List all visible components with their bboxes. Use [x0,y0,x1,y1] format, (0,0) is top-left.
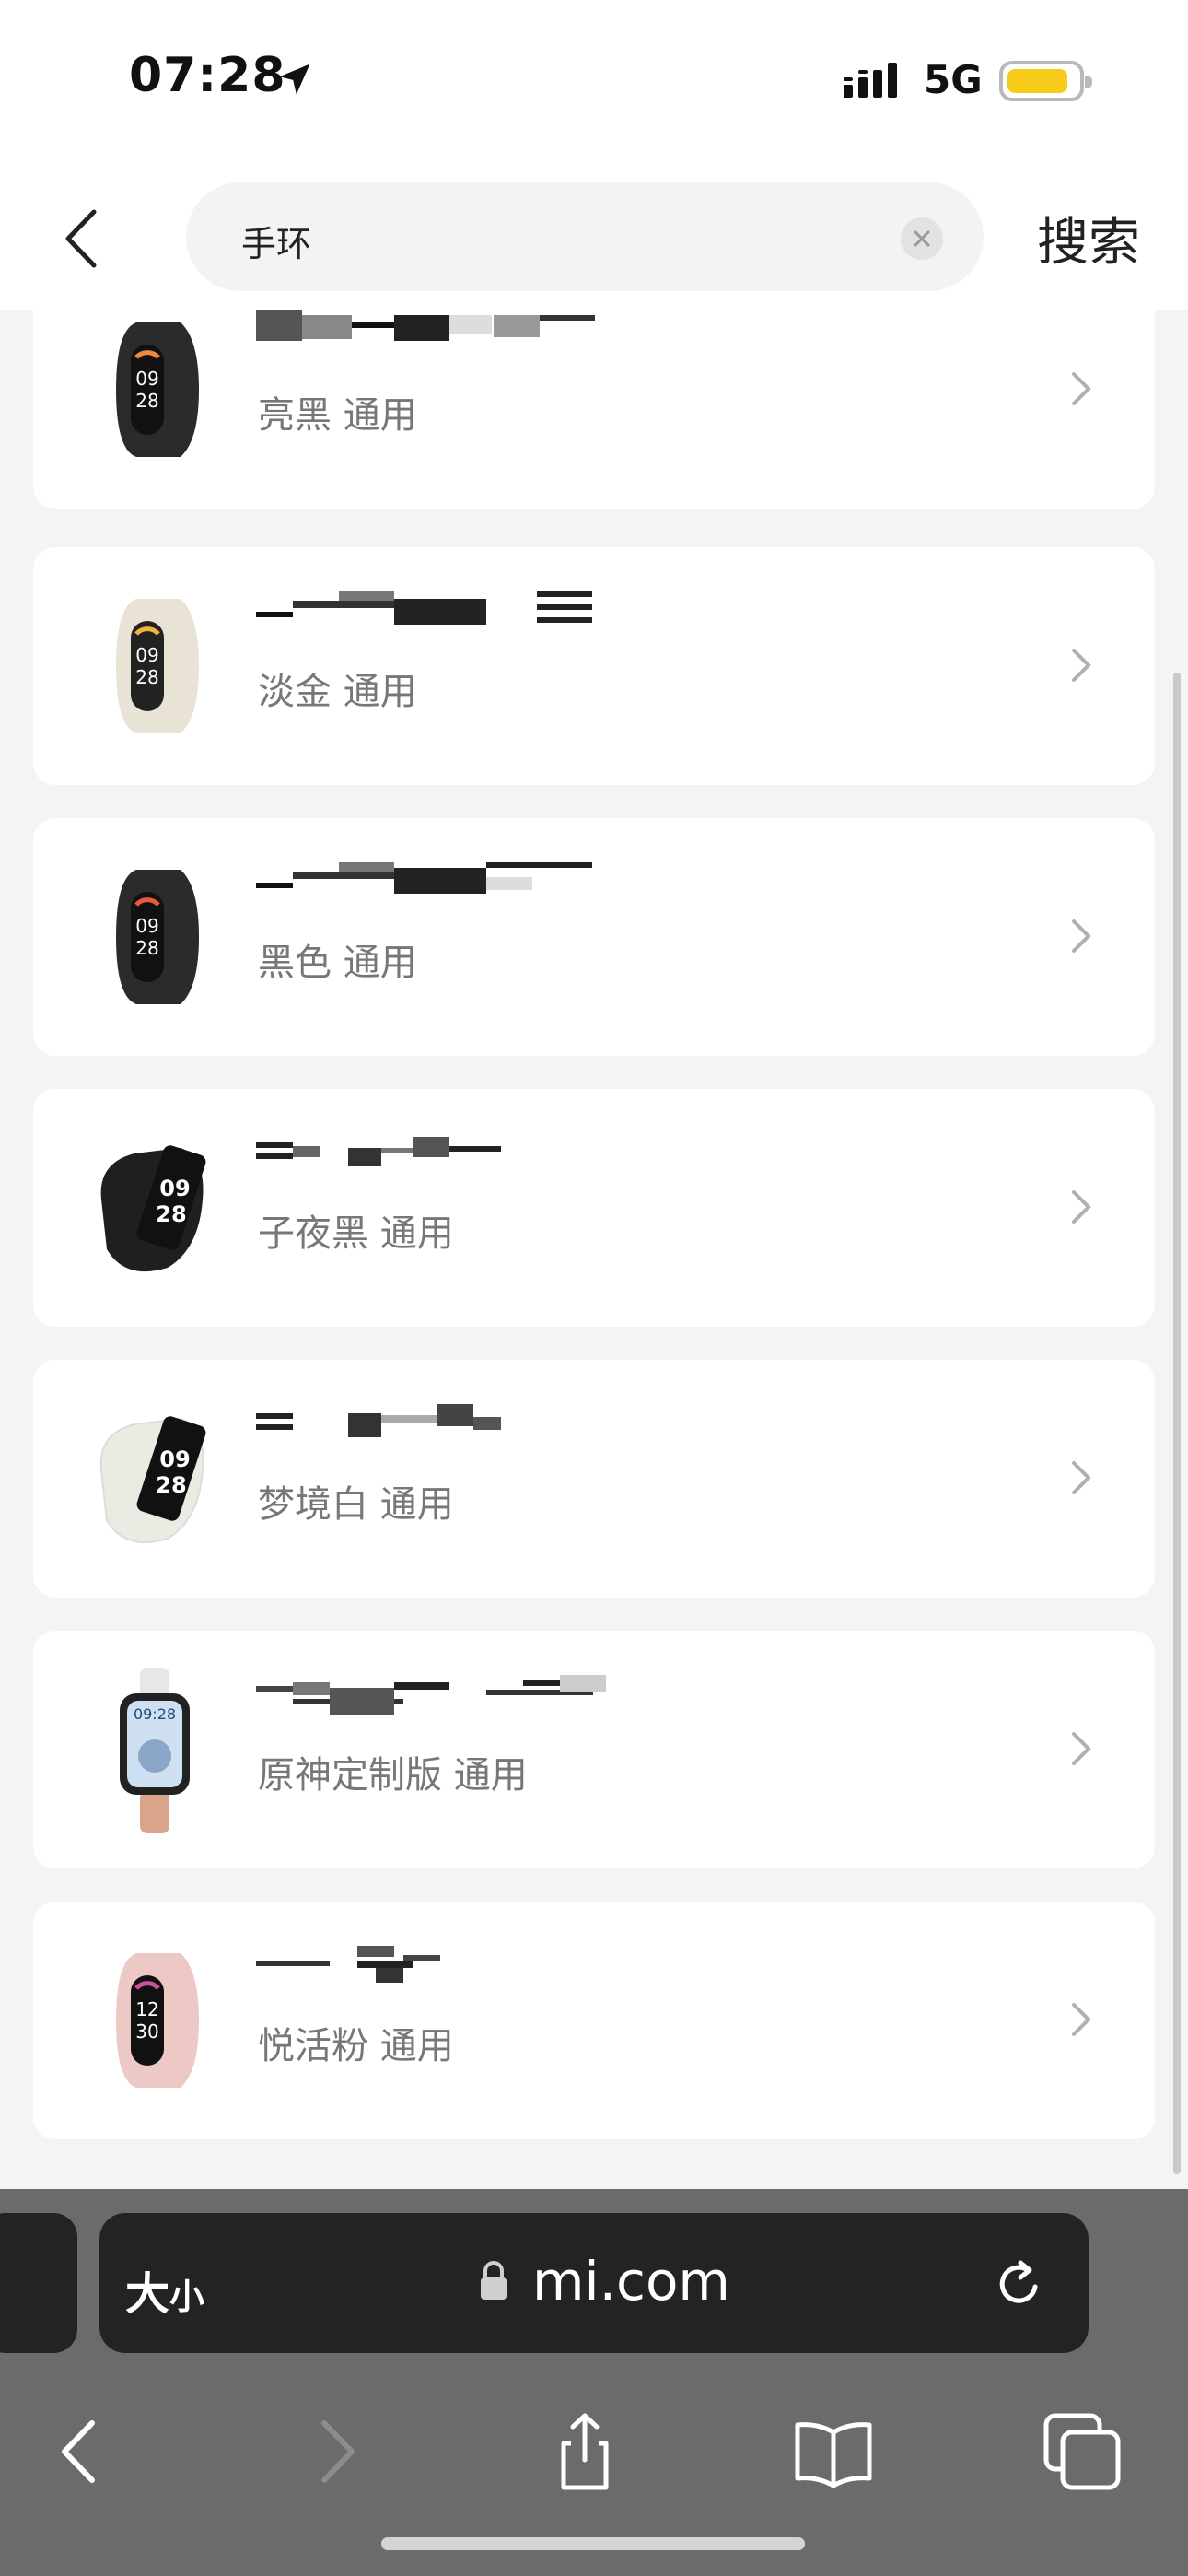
chevron-right-icon [1072,649,1091,682]
svg-text:28: 28 [135,666,158,688]
svg-text:09: 09 [135,644,158,666]
address-bar[interactable]: 大小 mi.com [99,2213,1089,2353]
search-query: 手环 [241,224,312,264]
search-header: 手环 搜索 [0,166,1188,310]
location-arrow-icon [279,64,310,95]
product-title-redacted [256,1675,735,1721]
chevron-right-icon [1072,919,1091,953]
product-card[interactable]: 09 28 子夜黑 通用 [33,1089,1155,1327]
product-variant: 黑色 通用 [258,942,417,984]
product-variant: 原神定制版 通用 [258,1754,528,1797]
status-time: 07:28 [129,48,286,103]
browser-nav [0,2373,1188,2502]
product-variant: 亮黑 通用 [258,394,417,437]
product-image-band: 09 28 [116,870,199,1004]
product-variant: 子夜黑 通用 [258,1212,454,1255]
chevron-right-icon [1072,1732,1091,1765]
chevron-right-icon [1072,1461,1091,1494]
svg-text:28: 28 [156,1201,186,1227]
forward-icon[interactable] [295,2410,378,2493]
product-list: 09 28 亮黑 通用 09 28 淡金 通用 09 28 黑色 通用 09 2… [0,310,1188,2189]
svg-text:09: 09 [135,915,158,937]
product-card[interactable]: 09:28 原神定制版 通用 [33,1631,1155,1868]
share-icon[interactable] [543,2410,626,2493]
svg-text:09: 09 [159,1446,190,1472]
svg-text:12: 12 [135,1998,158,2020]
product-image-band: 09:28 [120,1668,190,1833]
chevron-right-icon [1072,372,1091,405]
svg-text:30: 30 [135,2020,158,2043]
status-bar: 07:28 5G [0,0,1188,166]
signal-icon [844,63,897,98]
svg-text:28: 28 [135,937,158,959]
chevron-right-icon [1072,2003,1091,2036]
product-card[interactable]: 09 28 梦境白 通用 [33,1360,1155,1598]
svg-text:09:28: 09:28 [134,1705,176,1723]
product-title-redacted [256,1133,735,1179]
clear-icon[interactable] [901,217,943,260]
product-title-redacted [256,862,735,908]
product-card[interactable]: 12 30 悦活粉 通用 [33,1902,1155,2139]
product-image-band: 09 28 [116,322,199,457]
lock-icon [481,2261,507,2300]
product-title-redacted [256,1946,735,1992]
browser-toolbar: 大小 mi.com [0,2189,1188,2576]
product-title-redacted [256,1404,735,1450]
product-title-redacted [256,591,735,638]
product-variant: 梦境白 通用 [258,1483,454,1526]
url-domain: mi.com [532,2250,730,2313]
network-type: 5G [924,57,983,102]
battery-icon [999,61,1092,101]
back-icon[interactable] [39,2410,122,2493]
text-size-button[interactable]: 大小 [125,2257,204,2322]
svg-text:28: 28 [156,1472,186,1498]
battery-level [1007,69,1067,93]
search-input[interactable]: 手环 [186,182,984,291]
svg-text:28: 28 [135,390,158,412]
search-button[interactable]: 搜索 [1037,201,1140,275]
product-image-band: 12 30 [116,1953,199,2088]
svg-text:09: 09 [135,368,158,390]
tabs-icon[interactable] [1041,2410,1124,2493]
product-image-band: 09 28 [100,1145,206,1272]
svg-text:09: 09 [159,1176,190,1201]
product-card[interactable]: 09 28 淡金 通用 [33,547,1155,785]
previous-tab-stub[interactable] [0,2213,77,2353]
product-title-redacted [256,310,735,356]
home-indicator[interactable] [381,2537,805,2550]
product-variant: 悦活粉 通用 [258,2025,454,2067]
product-card[interactable]: 09 28 亮黑 通用 [33,310,1155,509]
chevron-right-icon [1072,1190,1091,1224]
reload-icon[interactable] [989,2255,1048,2314]
product-image-band: 09 28 [99,1416,206,1544]
product-card[interactable]: 09 28 黑色 通用 [33,818,1155,1056]
back-icon[interactable] [57,206,105,271]
product-image-band: 09 28 [116,599,199,733]
product-variant: 淡金 通用 [258,671,417,713]
scrollbar[interactable] [1173,673,1181,2174]
bookmarks-icon[interactable] [792,2410,875,2493]
